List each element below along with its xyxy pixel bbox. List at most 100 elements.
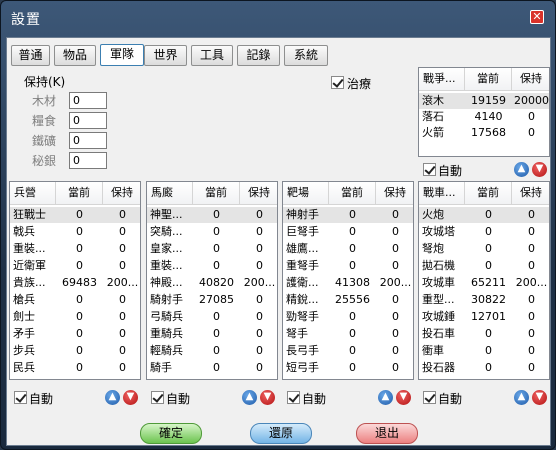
title-bar[interactable]: 設置 ✕ — [1, 1, 555, 35]
keep-mithril-input[interactable]: 0 — [69, 152, 107, 169]
table-row[interactable]: 重弩手 0 0 — [283, 258, 413, 274]
table-row[interactable]: 神殿... 40820 200... — [147, 275, 277, 291]
siege-header-keep[interactable]: 保持 — [512, 182, 549, 205]
keep-food-input[interactable]: 0 — [69, 112, 107, 129]
arrow-up-icon[interactable]: ▲ — [242, 390, 257, 405]
table-row[interactable]: 長弓手 0 0 — [283, 343, 413, 359]
table-row[interactable]: 弓騎兵 0 0 — [147, 309, 277, 325]
arrow-up-icon[interactable]: ▲ — [514, 162, 529, 177]
table-row[interactable]: 狂戰士 0 0 — [10, 207, 140, 223]
table-row[interactable]: 突騎... 0 0 — [147, 224, 277, 240]
stable-auto-checkbox[interactable] — [151, 391, 164, 404]
stable-header-current[interactable]: 當前 — [193, 182, 240, 205]
table-row[interactable]: 騎射手 27085 0 — [147, 292, 277, 308]
heal-checkbox[interactable] — [331, 76, 344, 89]
table-row[interactable]: 火箭 17568 0 — [419, 125, 549, 141]
table-row[interactable]: 雄鷹... 0 0 — [283, 241, 413, 257]
table-row[interactable]: 護衛... 41308 200... — [283, 275, 413, 291]
table-row[interactable]: 近衛軍 0 0 — [10, 258, 140, 274]
arrow-up-icon[interactable]: ▲ — [514, 390, 529, 405]
arrow-down-icon[interactable]: ▼ — [260, 390, 275, 405]
war-items-header-current[interactable]: 當前 — [465, 68, 512, 91]
siege-header-name[interactable]: 戰車... — [419, 182, 465, 205]
tab-general[interactable]: 普通 — [11, 45, 50, 66]
row-keep: 0 — [256, 310, 263, 323]
table-row[interactable]: 槍兵 0 0 — [10, 292, 140, 308]
table-row[interactable]: 重型... 30822 0 — [419, 292, 549, 308]
range-header-keep[interactable]: 保持 — [376, 182, 413, 205]
war-items-auto-checkbox[interactable] — [423, 163, 436, 176]
range-header-current[interactable]: 當前 — [329, 182, 376, 205]
barracks-header-name[interactable]: 兵營 — [10, 182, 56, 205]
table-row[interactable]: 落石 4140 0 — [419, 109, 549, 125]
table-row[interactable]: 矛手 0 0 — [10, 326, 140, 342]
table-row[interactable]: 神射手 0 0 — [283, 207, 413, 223]
siege-auto-checkbox[interactable] — [423, 391, 436, 404]
arrow-down-icon[interactable]: ▼ — [532, 390, 547, 405]
arrow-up-icon[interactable]: ▲ — [378, 390, 393, 405]
keep-wood-input[interactable]: 0 — [69, 92, 107, 109]
war-items-header-keep[interactable]: 保持 — [512, 68, 549, 91]
arrow-up-icon[interactable]: ▲ — [105, 390, 120, 405]
barracks-table[interactable]: 兵營 當前 保持狂戰士 0 0 戟兵 0 0 重裝... 0 0 近衛軍 0 0 貴族... 69483 200… — [9, 181, 141, 380]
table-row[interactable]: 勁弩手 0 0 — [283, 309, 413, 325]
table-row[interactable]: 劍士 0 0 — [10, 309, 140, 325]
table-row[interactable]: 步兵 0 0 — [10, 343, 140, 359]
tab-army[interactable]: 軍隊 — [100, 44, 144, 66]
tab-system[interactable]: 系統 — [284, 45, 328, 66]
table-row[interactable]: 騎手 0 0 — [147, 360, 277, 376]
exit-button[interactable]: 退出 — [356, 423, 418, 444]
range-header-name[interactable]: 靶場 — [283, 182, 329, 205]
table-row[interactable]: 貴族... 69483 200... — [10, 275, 140, 291]
table-row[interactable]: 投石器 0 0 — [419, 360, 549, 376]
table-row[interactable]: 弩手 0 0 — [283, 326, 413, 342]
siege-table[interactable]: 戰車... 當前 保持火炮 0 0 攻城塔 0 0 弩炮 0 0 拋石機 0 0 攻城車 65211 200..… — [418, 181, 550, 380]
table-row[interactable]: 弩炮 0 0 — [419, 241, 549, 257]
table-row[interactable]: 精銳... 25556 0 — [283, 292, 413, 308]
table-row[interactable]: 巨弩手 0 0 — [283, 224, 413, 240]
table-row[interactable]: 拋石機 0 0 — [419, 258, 549, 274]
table-row[interactable]: 投石車 0 0 — [419, 326, 549, 342]
table-row[interactable]: 衝車 0 0 — [419, 343, 549, 359]
tab-log[interactable]: 記錄 — [237, 45, 280, 66]
table-row[interactable]: 皇家... 0 0 — [147, 241, 277, 257]
tab-world[interactable]: 世界 — [144, 45, 187, 66]
stable-header-name[interactable]: 馬廄 — [147, 182, 193, 205]
table-row[interactable]: 滾木 19159 20000 — [419, 93, 549, 109]
range-auto-checkbox[interactable] — [287, 391, 300, 404]
row-keep: 0 — [119, 310, 126, 323]
row-keep: 0 — [256, 242, 263, 255]
keep-iron-input[interactable]: 0 — [69, 132, 107, 149]
arrow-down-icon[interactable]: ▼ — [532, 162, 547, 177]
range-table[interactable]: 靶場 當前 保持神射手 0 0 巨弩手 0 0 雄鷹... 0 0 重弩手 0 0 護衛... 41308 20… — [282, 181, 414, 380]
table-row[interactable]: 攻城錘 12701 0 — [419, 309, 549, 325]
table-row[interactable]: 攻城車 65211 200... — [419, 275, 549, 291]
table-row[interactable]: 短弓手 0 0 — [283, 360, 413, 376]
table-row[interactable]: 神聖... 0 0 — [147, 207, 277, 223]
close-button[interactable]: ✕ — [530, 10, 544, 24]
stable-table[interactable]: 馬廄 當前 保持神聖... 0 0 突騎... 0 0 皇家... 0 0 重裝... 0 0 神殿... 4… — [146, 181, 278, 380]
arrow-down-icon[interactable]: ▼ — [123, 390, 138, 405]
table-row[interactable]: 戟兵 0 0 — [10, 224, 140, 240]
table-row[interactable]: 輕騎兵 0 0 — [147, 343, 277, 359]
table-row[interactable]: 重騎兵 0 0 — [147, 326, 277, 342]
table-row[interactable]: 攻城塔 0 0 — [419, 224, 549, 240]
table-row[interactable]: 火炮 0 0 — [419, 207, 549, 223]
table-row[interactable]: 重裝... 0 0 — [10, 241, 140, 257]
stable-header-keep[interactable]: 保持 — [240, 182, 277, 205]
row-keep: 0 — [528, 361, 535, 374]
table-row[interactable]: 重裝... 0 0 — [147, 258, 277, 274]
barracks-header-keep[interactable]: 保持 — [103, 182, 140, 205]
tab-tools[interactable]: 工具 — [191, 45, 233, 66]
row-keep: 0 — [528, 126, 535, 139]
barracks-auto-checkbox[interactable] — [14, 391, 27, 404]
ok-button[interactable]: 確定 — [140, 423, 202, 444]
war-items-header-name[interactable]: 戰爭... — [419, 68, 465, 91]
arrow-down-icon[interactable]: ▼ — [396, 390, 411, 405]
barracks-header-current[interactable]: 當前 — [56, 182, 103, 205]
war-items-table[interactable]: 戰爭... 當前 保持 滾木 19159 20000 落石 4140 0 火箭 … — [418, 67, 550, 157]
table-row[interactable]: 民兵 0 0 — [10, 360, 140, 376]
siege-header-current[interactable]: 當前 — [465, 182, 512, 205]
restore-button[interactable]: 還原 — [250, 423, 312, 444]
tab-items[interactable]: 物品 — [54, 45, 96, 66]
